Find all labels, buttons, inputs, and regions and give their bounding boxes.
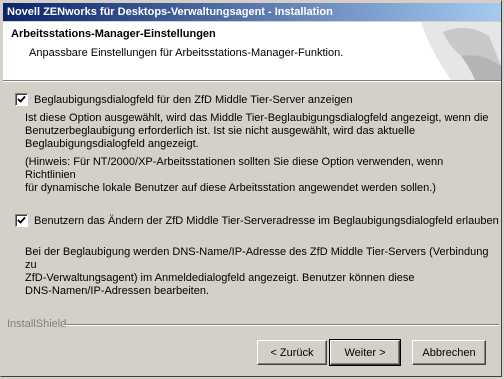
- note-line: (Hinweis: Für NT/2000/XP-Arbeitsstatione…: [25, 156, 444, 181]
- installshield-brand: InstallShield: [7, 318, 67, 330]
- description-line: ZfD-Verwaltungsagent) im Anmeldedialogfe…: [25, 272, 415, 284]
- header-divider: [3, 80, 501, 82]
- show-auth-dialog-label[interactable]: Beglaubigungsdialogfeld für den ZfD Midd…: [34, 94, 353, 106]
- back-button[interactable]: < Zurück: [257, 340, 327, 365]
- description-line: DNS-Namen/IP-Adressen bearbeiten.: [25, 285, 210, 297]
- header-title: Arbeitsstations-Manager-Einstellungen: [11, 28, 216, 40]
- description-line: Beglaubigungsdialogfeld angezeigt.: [25, 138, 199, 150]
- description-line: Bei der Beglaubigung werden DNS-Name/IP-…: [25, 246, 489, 271]
- note-line: für dynamische lokale Benutzer auf diese…: [25, 182, 436, 194]
- option1-description: Ist diese Option ausgewählt, wird das Mi…: [25, 112, 495, 151]
- next-button[interactable]: Weiter >: [329, 339, 401, 366]
- allow-change-address-label[interactable]: Benutzern das Ändern der ZfD Middle Tier…: [34, 215, 499, 227]
- checkmark-icon: [17, 95, 26, 103]
- option-show-middle-tier-auth-dialog[interactable]: Beglaubigungsdialogfeld für den ZfD Midd…: [15, 93, 353, 106]
- show-auth-dialog-checkbox[interactable]: [15, 93, 28, 106]
- footer-divider: [63, 324, 499, 326]
- option2-description: Bei der Beglaubigung werden DNS-Name/IP-…: [25, 246, 495, 298]
- installer-window: Novell ZENworks für Desktops-Verwaltungs…: [0, 0, 502, 377]
- description-line: Benutzerbeglaubigung erforderlich ist. I…: [25, 125, 416, 137]
- cancel-button[interactable]: Abbrechen: [412, 340, 486, 365]
- allow-change-address-checkbox[interactable]: [15, 214, 28, 227]
- option1-note: (Hinweis: Für NT/2000/XP-Arbeitsstatione…: [25, 156, 495, 195]
- wizard-banner-graphic: [421, 22, 501, 80]
- checkmark-icon: [17, 216, 26, 224]
- description-line: Ist diese Option ausgewählt, wird das Mi…: [25, 112, 489, 124]
- option-allow-change-server-address[interactable]: Benutzern das Ändern der ZfD Middle Tier…: [15, 214, 499, 227]
- window-title: Novell ZENworks für Desktops-Verwaltungs…: [3, 3, 501, 21]
- header-panel: Arbeitsstations-Manager-Einstellungen An…: [3, 22, 501, 80]
- header-subtitle: Anpassbare Einstellungen für Arbeitsstat…: [29, 47, 344, 59]
